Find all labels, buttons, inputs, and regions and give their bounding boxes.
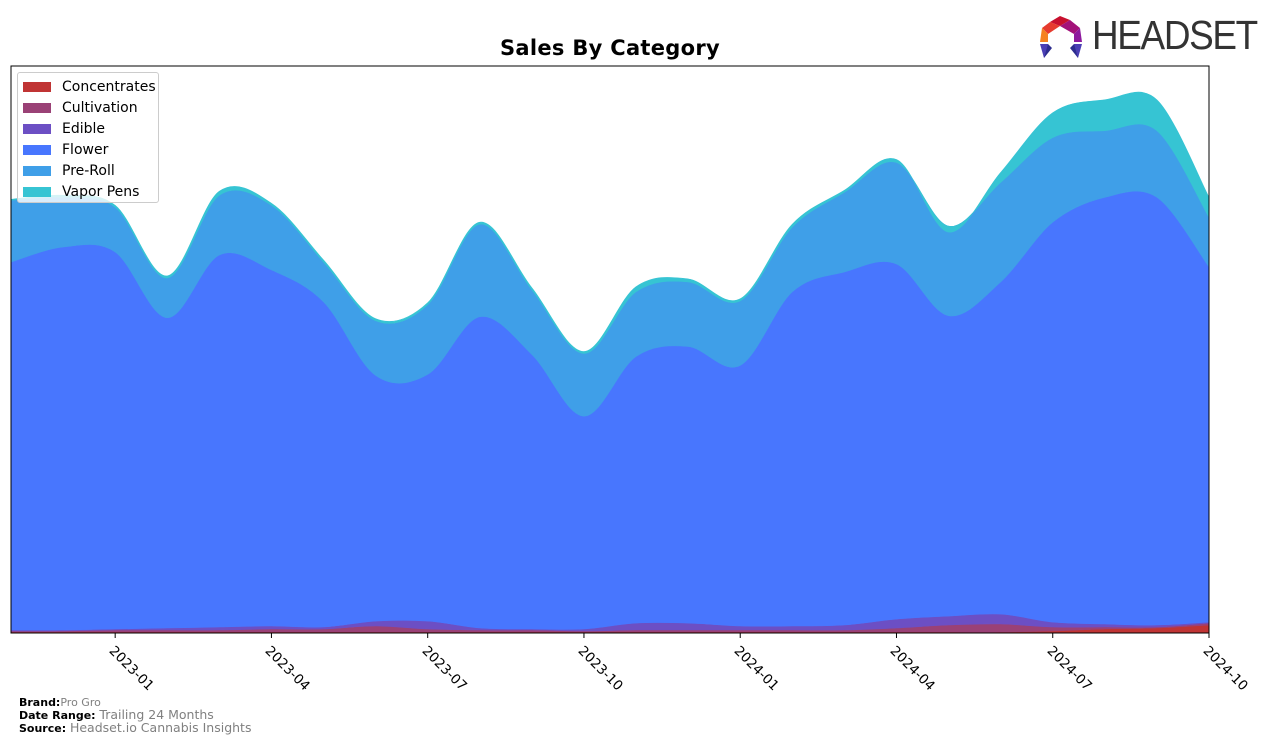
- legend-item-cultivation: Cultivation: [23, 97, 138, 118]
- legend-label: Vapor Pens: [62, 183, 140, 200]
- legend-item-pre-roll: Pre-Roll: [23, 160, 115, 181]
- source-label: Source:: [19, 722, 67, 735]
- headset-logo-icon: [1040, 16, 1082, 58]
- area-layers: [10, 91, 1210, 634]
- footer-source: Source: Headset.io Cannabis Insights: [19, 721, 251, 735]
- legend-label: Pre-Roll: [62, 162, 115, 179]
- legend-swatch: [23, 186, 51, 197]
- x-axis-ticks: [114, 633, 1210, 638]
- legend-item-vapor-pens: Vapor Pens: [23, 181, 139, 202]
- legend-label: Concentrates: [62, 78, 156, 95]
- legend-swatch: [23, 102, 51, 113]
- legend-item-edible: Edible: [23, 118, 105, 139]
- legend-label: Flower: [62, 141, 109, 158]
- legend-label: Cultivation: [62, 99, 138, 116]
- headset-logo: HEADSET: [1036, 12, 1266, 62]
- legend-swatch: [23, 144, 51, 155]
- source-value: Headset.io Cannabis Insights: [69, 720, 252, 735]
- chart-canvas: [10, 65, 1210, 638]
- legend-item-concentrates: Concentrates: [23, 76, 156, 97]
- legend-label: Edible: [62, 120, 106, 137]
- headset-logo-text: HEADSET: [1092, 12, 1258, 58]
- legend-swatch: [23, 165, 51, 176]
- legend-swatch: [23, 123, 51, 134]
- chart-legend: Concentrates Cultivation Edible Flower Pre-R…: [17, 72, 159, 203]
- legend-item-flower: Flower: [23, 139, 108, 160]
- legend-swatch: [23, 81, 51, 92]
